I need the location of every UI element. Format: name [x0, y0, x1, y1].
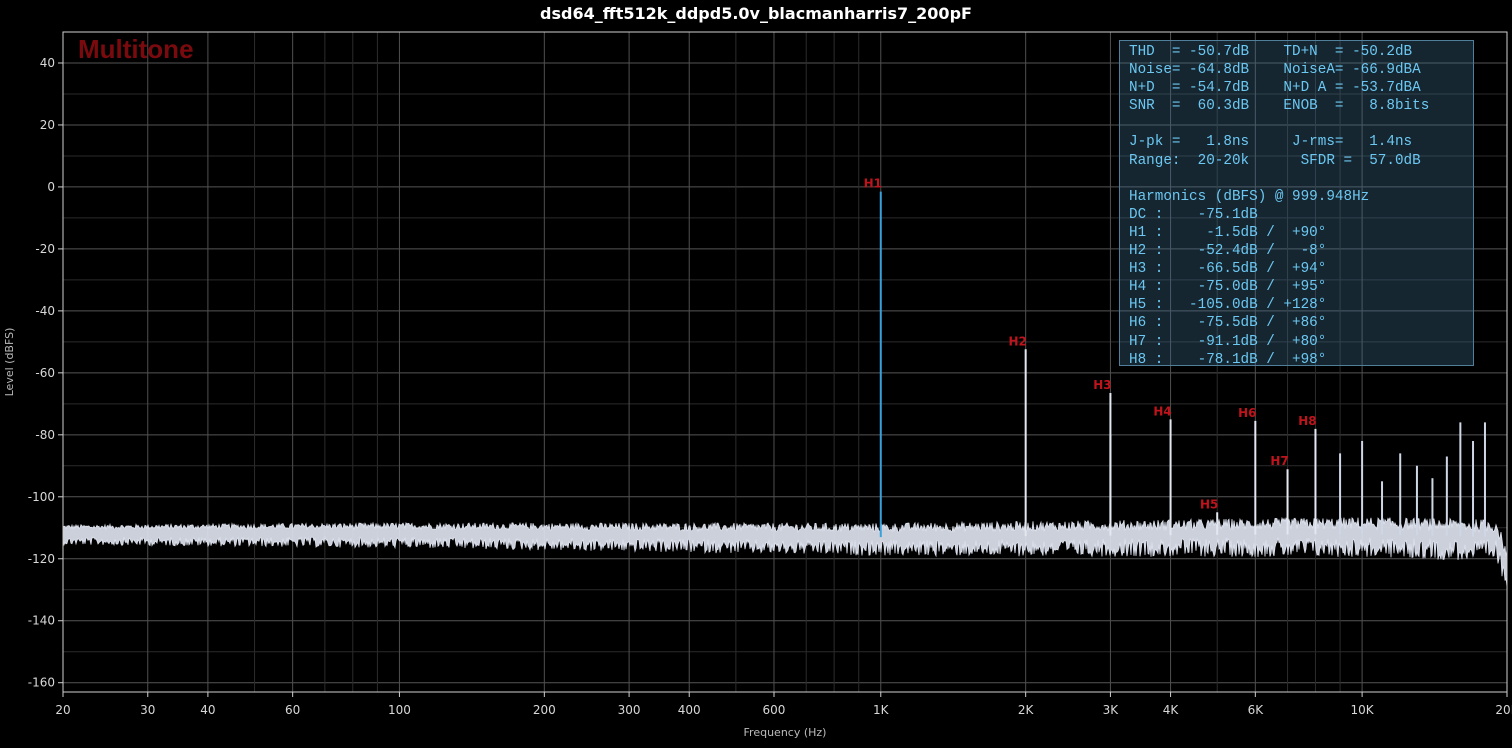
x-tick-label: 4K — [1163, 703, 1180, 717]
stats-line: J-pk = 1.8ns J-rms= 1.4ns — [1129, 134, 1413, 151]
y-tick-label: -20 — [35, 242, 55, 256]
stats-line — [1129, 115, 1473, 133]
y-tick-label: -60 — [35, 366, 55, 380]
spur-lines — [1109, 422, 1486, 537]
stats-line: DC : -75.1dB — [1129, 206, 1258, 223]
measurement-panel: THD = -50.7dB TD+N = -50.2dB Noise= -64.8… — [1119, 40, 1474, 368]
x-tick-label: 100 — [388, 703, 411, 717]
stats-line: H4 : -75.0dB / +95° — [1129, 279, 1327, 296]
stats-line: Noise= -64.8dB NoiseA= -66.9dBA — [1129, 62, 1421, 79]
noise-band — [62, 516, 1508, 588]
stats-line: H7 : -91.1dB / +80° — [1129, 333, 1327, 350]
x-tick-label: 30 — [140, 703, 155, 717]
x-tick-label: 400 — [678, 703, 701, 717]
harmonic-label-h3: H3 — [1093, 378, 1111, 392]
stats-line: H2 : -52.4dB / -8° — [1129, 243, 1327, 260]
x-tick-label: 20 — [55, 703, 70, 717]
y-tick-label: -140 — [28, 614, 55, 628]
y-tick-label: -100 — [28, 490, 55, 504]
y-tick-label: -80 — [35, 428, 55, 442]
stats-line: H3 : -66.5dB / +94° — [1129, 261, 1327, 278]
stats-line: H1 : -1.5dB / +90° — [1129, 224, 1327, 241]
stats-line: H5 : -105.0dB / +128° — [1129, 297, 1327, 314]
stats-line — [1129, 170, 1473, 188]
stats-line: Range: 20-20k SFDR = 57.0dB — [1129, 152, 1421, 169]
x-tick-label: 20K — [1495, 703, 1512, 717]
x-tick-label: 40 — [200, 703, 215, 717]
x-tick-label: 300 — [618, 703, 641, 717]
y-tick-label: 20 — [40, 118, 55, 132]
harmonic-label-h2: H2 — [1008, 334, 1026, 348]
x-tick-label: 600 — [763, 703, 786, 717]
stats-line: Harmonics (dBFS) @ 999.948Hz — [1129, 188, 1370, 205]
harmonic-label-h4: H4 — [1153, 404, 1171, 418]
harmonic-label-h1: H1 — [864, 177, 882, 191]
stats-line: SNR = 60.3dB ENOB = 8.8bits — [1129, 98, 1430, 115]
y-tick-label: -40 — [35, 304, 55, 318]
x-tick-labels: 20 30 40 60 100 200 300 400 600 1K 2K 3K 4K 6K 10K 20K — [55, 692, 1512, 717]
x-tick-label: 200 — [533, 703, 556, 717]
stats-line: H8 : -78.1dB / +98° — [1129, 351, 1327, 368]
harmonic-label-h5: H5 — [1200, 497, 1218, 511]
stats-line: H6 : -75.5dB / +86° — [1129, 315, 1327, 332]
brand-watermark: Multitone — [78, 34, 194, 64]
y-tick-label: -120 — [28, 552, 55, 566]
y-tick-label: 0 — [47, 180, 55, 194]
x-tick-label: 60 — [285, 703, 300, 717]
x-tick-label: 3K — [1103, 703, 1120, 717]
y-tick-labels: 40 20 0 -20 -40 -60 -80 -100 -120 -140 -160 — [28, 56, 63, 690]
stats-line: N+D = -54.7dB N+D A = -53.7dBA — [1129, 80, 1421, 97]
noise-floor — [62, 516, 1508, 588]
harmonic-label-h7: H7 — [1270, 454, 1288, 468]
y-axis-label: Level (dBFS) — [3, 328, 16, 397]
x-tick-label: 2K — [1018, 703, 1035, 717]
x-tick-label: 6K — [1248, 703, 1265, 717]
stats-line: THD = -50.7dB TD+N = -50.2dB — [1129, 44, 1413, 60]
y-tick-label: -160 — [28, 676, 55, 690]
x-axis-label: Frequency (Hz) — [744, 726, 827, 739]
x-tick-label: 10K — [1351, 703, 1375, 717]
y-tick-label: 40 — [40, 56, 55, 70]
harmonic-label-h6: H6 — [1238, 406, 1256, 420]
harmonic-label-h8: H8 — [1298, 414, 1316, 428]
x-tick-label: 1K — [873, 703, 890, 717]
